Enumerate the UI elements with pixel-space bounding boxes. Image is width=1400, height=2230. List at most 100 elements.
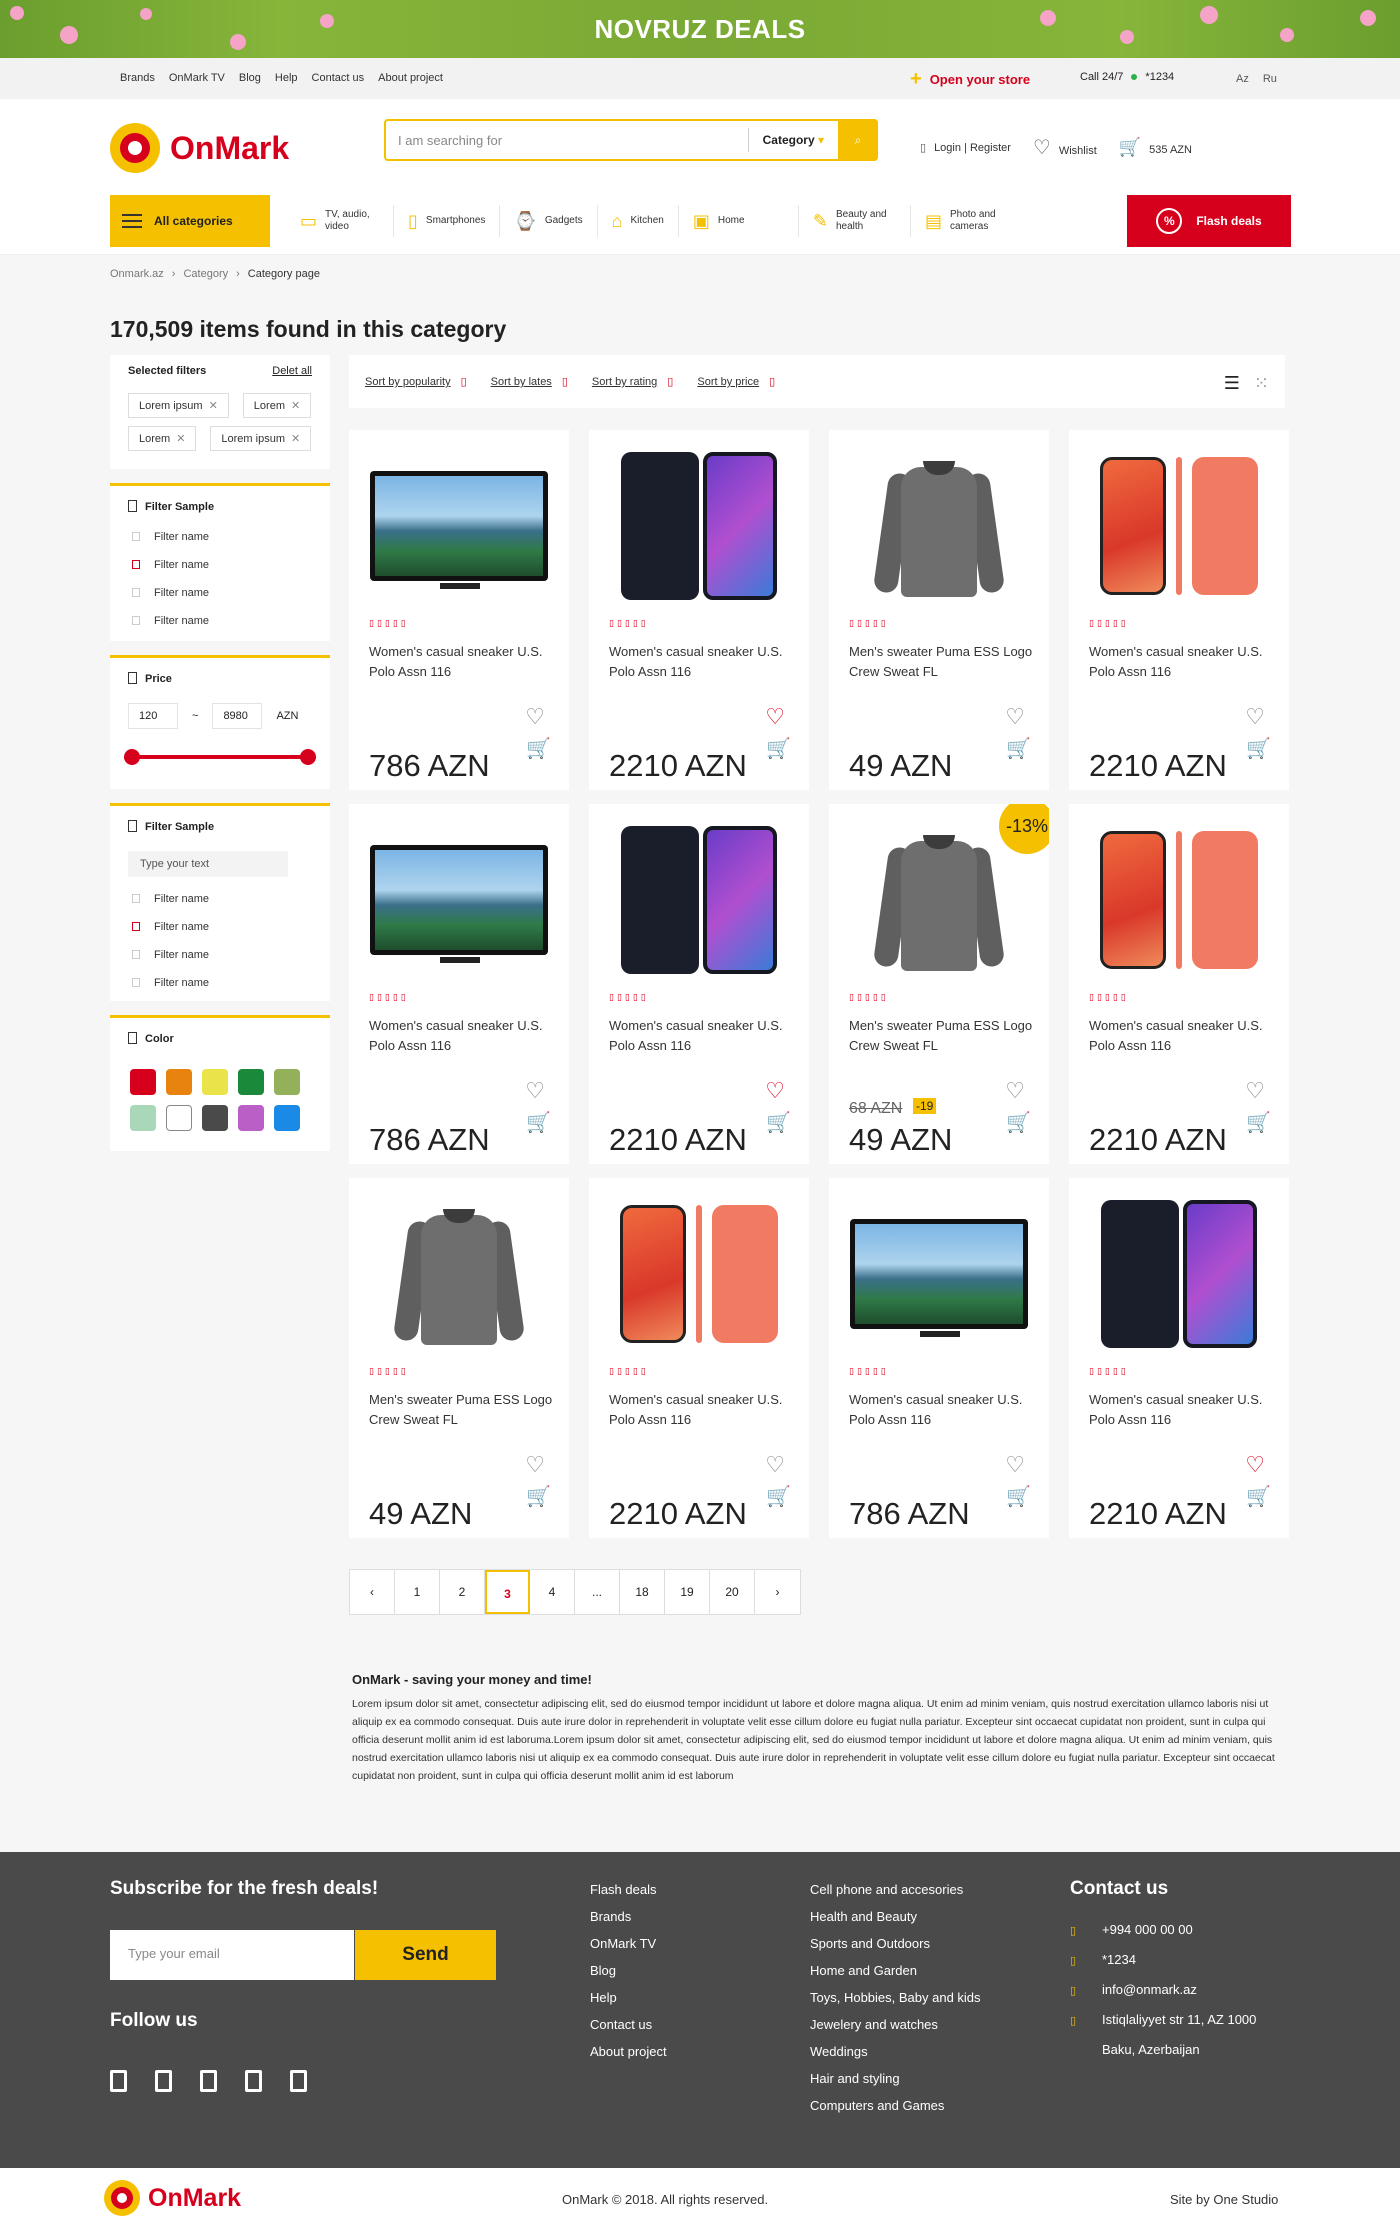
product-name[interactable]: Women's casual sneaker U.S. Polo Assn 11…: [369, 1016, 559, 1056]
filter-checkbox[interactable]: Filter name: [110, 523, 330, 551]
color-swatch[interactable]: [166, 1069, 192, 1095]
footer-link[interactable]: Weddings: [810, 2044, 981, 2059]
top-link-help[interactable]: Help: [275, 72, 298, 84]
sort-popularity[interactable]: Sort by popularity: [365, 375, 467, 388]
wishlist-heart-icon[interactable]: ♡: [1245, 1452, 1265, 1478]
price-range-slider[interactable]: [124, 749, 316, 765]
product-card[interactable]: ▯▯▯▯▯ Women's casual sneaker U.S. Polo A…: [829, 1178, 1049, 1538]
flash-deals-button[interactable]: % Flash deals: [1127, 195, 1291, 247]
add-to-cart-icon[interactable]: 🛒: [1006, 1110, 1031, 1135]
product-image-wrap[interactable]: [607, 448, 791, 603]
top-link-onmark-tv[interactable]: OnMark TV: [169, 72, 225, 84]
add-to-cart-icon[interactable]: 🛒: [1246, 1484, 1271, 1509]
page-button[interactable]: 19: [665, 1570, 710, 1614]
product-name[interactable]: Men's sweater Puma ESS Logo Crew Sweat F…: [849, 1016, 1039, 1056]
add-to-cart-icon[interactable]: 🛒: [766, 1484, 791, 1509]
add-to-cart-icon[interactable]: 🛒: [766, 736, 791, 761]
wishlist-heart-icon[interactable]: ♡: [1005, 1452, 1025, 1478]
filter-text-input[interactable]: Type your text: [128, 851, 288, 877]
footer-link[interactable]: Home and Garden: [810, 1963, 981, 1978]
footer-link[interactable]: OnMark TV: [590, 1936, 667, 1951]
wishlist-heart-icon[interactable]: ♡: [765, 1452, 785, 1478]
next-page-icon[interactable]: ›: [755, 1570, 800, 1614]
product-card[interactable]: ▯▯▯▯▯ Women's casual sneaker U.S. Polo A…: [1069, 430, 1289, 790]
wishlist-heart-icon[interactable]: ♡: [525, 1452, 545, 1478]
wishlist-heart-icon[interactable]: ♡: [765, 1078, 785, 1104]
filter-checkbox[interactable]: Filter name: [110, 607, 330, 641]
price-min-input[interactable]: 120: [128, 703, 178, 729]
product-card[interactable]: ▯▯▯▯▯ Women's casual sneaker U.S. Polo A…: [589, 430, 809, 790]
add-to-cart-icon[interactable]: 🛒: [526, 1110, 551, 1135]
filter-tag[interactable]: Lorem ipsum ✕: [210, 426, 312, 451]
wishlist-heart-icon[interactable]: ♡: [765, 704, 785, 730]
search-category-select[interactable]: Category ▾: [747, 128, 838, 152]
product-name[interactable]: Women's casual sneaker U.S. Polo Assn 11…: [369, 642, 559, 682]
footer-link[interactable]: Computers and Games: [810, 2098, 981, 2113]
product-image-wrap[interactable]: [367, 1196, 551, 1351]
email-input[interactable]: Type your email: [110, 1930, 354, 1980]
add-to-cart-icon[interactable]: 🛒: [1006, 1484, 1031, 1509]
filter-tag[interactable]: Lorem ✕: [128, 426, 197, 451]
product-image-wrap[interactable]: [847, 1196, 1031, 1351]
page-button[interactable]: 3: [485, 1570, 530, 1614]
prev-page-icon[interactable]: ‹: [350, 1570, 395, 1614]
product-card[interactable]: ▯▯▯▯▯ Women's casual sneaker U.S. Polo A…: [589, 804, 809, 1164]
footer-link[interactable]: Health and Beauty: [810, 1909, 981, 1924]
footer-link[interactable]: About project: [590, 2044, 667, 2059]
page-button[interactable]: ...: [575, 1570, 620, 1614]
footer-link[interactable]: Contact us: [590, 2017, 667, 2032]
category-photo[interactable]: ▤ Photo and cameras: [911, 205, 1028, 237]
filter-sample-toggle[interactable]: Filter Sample: [110, 483, 330, 523]
product-image-wrap[interactable]: [1087, 822, 1271, 977]
wishlist-heart-icon[interactable]: ♡: [525, 1078, 545, 1104]
footer-link[interactable]: Jewelery and watches: [810, 2017, 981, 2032]
product-image-wrap[interactable]: [367, 822, 551, 977]
price-filter-toggle[interactable]: Price: [110, 655, 330, 695]
category-smartphones[interactable]: ▯ Smartphones: [394, 205, 501, 237]
filter-checkbox[interactable]: Filter name: [110, 885, 330, 913]
color-filter-toggle[interactable]: Color: [110, 1015, 330, 1055]
product-card[interactable]: ▯▯▯▯▯ Women's casual sneaker U.S. Polo A…: [349, 804, 569, 1164]
add-to-cart-icon[interactable]: 🛒: [1006, 736, 1031, 761]
product-name[interactable]: Women's casual sneaker U.S. Polo Assn 11…: [849, 1390, 1039, 1430]
open-store-link[interactable]: + Open your store: [910, 68, 1030, 91]
close-icon[interactable]: ✕: [176, 433, 185, 445]
product-image-wrap[interactable]: [1087, 1196, 1271, 1351]
wishlist-heart-icon[interactable]: ♡: [525, 704, 545, 730]
product-image-wrap[interactable]: [367, 448, 551, 603]
lang-az[interactable]: Az: [1236, 73, 1249, 85]
footer-link[interactable]: Sports and Outdoors: [810, 1936, 981, 1951]
wishlist-heart-icon[interactable]: ♡: [1005, 1078, 1025, 1104]
footer-link[interactable]: Toys, Hobbies, Baby and kids: [810, 1990, 981, 2005]
page-button[interactable]: 2: [440, 1570, 485, 1614]
delete-all-link[interactable]: Delet all: [272, 365, 312, 377]
price-max-input[interactable]: 8980: [212, 703, 263, 729]
footer-link[interactable]: Hair and styling: [810, 2071, 981, 2086]
category-home[interactable]: ▣ Home: [679, 205, 799, 237]
footer-logo[interactable]: OnMark: [104, 2180, 241, 2216]
filter-checkbox[interactable]: Filter name: [110, 913, 330, 941]
close-icon[interactable]: ✕: [209, 400, 218, 412]
wishlist-heart-icon[interactable]: ♡: [1005, 704, 1025, 730]
logo[interactable]: OnMark: [110, 123, 289, 173]
product-image-wrap[interactable]: [607, 1196, 791, 1351]
login-link[interactable]: ▯ Login | Register: [920, 141, 1011, 154]
category-gadgets[interactable]: ⌚ Gadgets: [500, 205, 598, 237]
grid-view-icon[interactable]: ⁙: [1254, 373, 1269, 394]
top-link-brands[interactable]: Brands: [120, 72, 155, 84]
footer-link[interactable]: Brands: [590, 1909, 667, 1924]
sort-rating[interactable]: Sort by rating: [592, 375, 673, 388]
color-swatch[interactable]: [166, 1105, 192, 1131]
wishlist-heart-icon[interactable]: ♡: [1245, 704, 1265, 730]
product-name[interactable]: Women's casual sneaker U.S. Polo Assn 11…: [609, 642, 799, 682]
color-swatch[interactable]: [202, 1105, 228, 1131]
product-name[interactable]: Men's sweater Puma ESS Logo Crew Sweat F…: [849, 642, 1039, 682]
all-categories-button[interactable]: All categories: [110, 195, 270, 247]
product-card[interactable]: ▯▯▯▯▯ Men's sweater Puma ESS Logo Crew S…: [829, 430, 1049, 790]
vk-icon[interactable]: [290, 2070, 307, 2092]
sort-price[interactable]: Sort by price: [697, 375, 775, 388]
color-swatch[interactable]: [274, 1069, 300, 1095]
product-card[interactable]: ▯▯▯▯▯ Women's casual sneaker U.S. Polo A…: [589, 1178, 809, 1538]
wishlist-link[interactable]: ♡ Wishlist: [1033, 135, 1097, 160]
filter-sample-2-toggle[interactable]: Filter Sample: [110, 803, 330, 843]
